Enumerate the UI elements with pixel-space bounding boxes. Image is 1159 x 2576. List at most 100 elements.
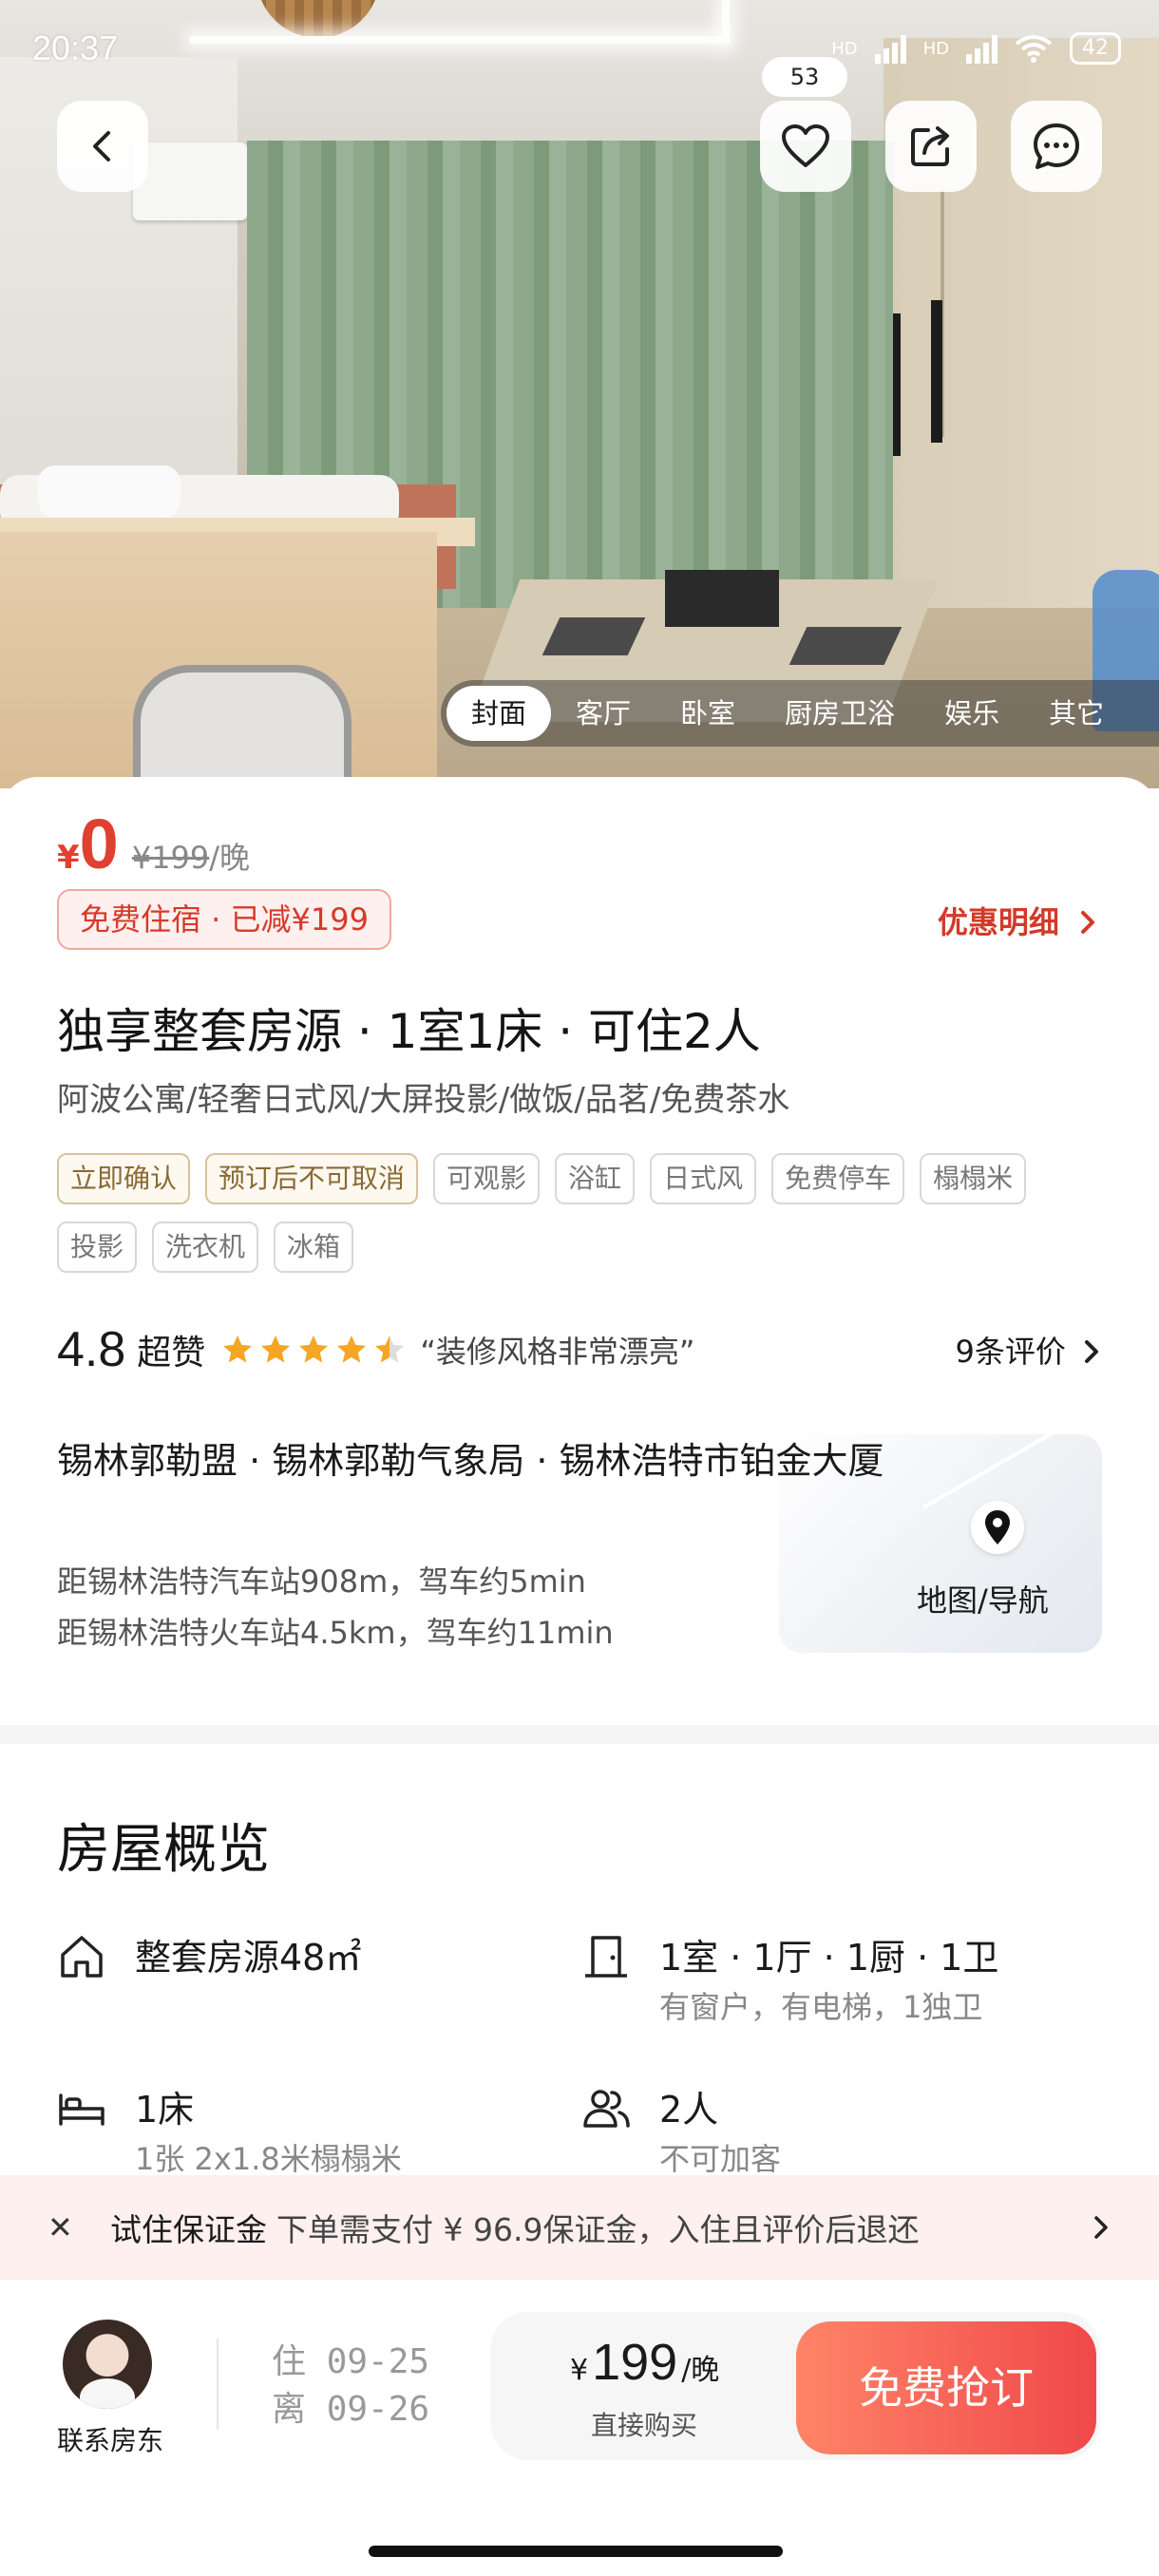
map-pin-icon[interactable] — [971, 1501, 1024, 1554]
rating-score: 4.8 — [57, 1322, 126, 1377]
overview-title: 房屋概览 — [57, 1819, 270, 1881]
checkin-date: 09-25 — [326, 2342, 430, 2381]
feature-tag: 榻榻米 — [920, 1153, 1027, 1204]
map-navigation-link[interactable]: 地图/导航 — [917, 1577, 1049, 1620]
rating-row[interactable]: 4.8 超赞 “装修风格非常漂亮” 9条评价 — [57, 1316, 1102, 1383]
tab-bedroom[interactable]: 卧室 — [656, 686, 760, 741]
chat-bubble-icon — [1034, 123, 1079, 169]
feature-tag: 投影 — [57, 1222, 138, 1273]
tab-cover[interactable]: 封面 — [446, 686, 552, 741]
original-price: ¥199 — [131, 840, 210, 876]
bed-icon — [59, 2093, 104, 2126]
back-button[interactable] — [57, 101, 148, 192]
chevron-right-icon — [1081, 911, 1094, 934]
price-unit: /晚 — [209, 840, 251, 876]
photo-cushion — [788, 627, 902, 665]
photo-category-tabs: 封面 客厅 卧室 厨房卫浴 娱乐 其它 — [441, 680, 1159, 747]
discount-details-label: 优惠明细 — [937, 904, 1059, 940]
rating-stars — [220, 1333, 407, 1367]
close-icon[interactable]: ✕ — [48, 2209, 89, 2245]
price-currency: ¥ — [57, 839, 80, 877]
overview-sub: 不可加客 — [659, 2141, 782, 2177]
buy-unit: /晚 — [681, 2354, 720, 2387]
tab-other[interactable]: 其它 — [1024, 686, 1129, 741]
message-button[interactable] — [1011, 101, 1102, 192]
free-book-button[interactable]: 免费抢订 — [796, 2321, 1096, 2454]
tab-kitchen-bath[interactable]: 厨房卫浴 — [760, 686, 920, 741]
direct-buy-price[interactable]: ¥ 199 /晚 — [570, 2333, 719, 2392]
feature-tag: 立即确认 — [57, 1153, 191, 1204]
people-icon — [583, 2090, 630, 2128]
photo-cushion — [542, 617, 646, 655]
network-label: HD — [922, 38, 949, 59]
house-icon — [61, 1936, 103, 1978]
rating-praise: 超赞 — [137, 1334, 206, 1373]
discount-details-link[interactable]: 优惠明细 — [938, 899, 1098, 942]
tab-living-room[interactable]: 客厅 — [551, 686, 656, 741]
star-icon — [223, 1335, 253, 1363]
feature-tag: 可观影 — [433, 1153, 541, 1204]
reviews-link[interactable]: 9条评价 — [955, 1328, 1102, 1372]
divider — [217, 2339, 218, 2430]
star-icon — [337, 1335, 367, 1363]
listing-card: ¥ 0 ¥199/晚 免费住宿 · 已减¥199 优惠明细 独享整套房源 · 1… — [0, 777, 1159, 1727]
checkin-row: 住 09-25 — [272, 2339, 429, 2386]
network-label: HD — [831, 38, 858, 59]
star-icon — [375, 1335, 405, 1363]
host-avatar[interactable] — [63, 2320, 152, 2409]
photo-chair — [133, 665, 352, 788]
hero-photo[interactable] — [0, 0, 1159, 788]
photo-tea-table — [665, 570, 779, 627]
buy-box: ¥ 199 /晚 直接购买 免费抢订 — [490, 2312, 1100, 2460]
price-row: ¥ 0 ¥199/晚 — [57, 809, 250, 880]
direct-buy-label[interactable]: 直接购买 — [591, 2405, 697, 2443]
overview-sub: 1张 2x1.8米榻榻米 — [135, 2141, 402, 2177]
distance-bus-station: 距锡林浩特汽车站908m，驾车约5min — [57, 1563, 586, 1600]
reviews-count: 9条评价 — [955, 1334, 1066, 1370]
feature-tag: 浴缸 — [555, 1153, 636, 1204]
overview-main: 2人 — [659, 2089, 719, 2131]
checkout-date: 09-26 — [326, 2390, 430, 2429]
wifi-icon — [1015, 35, 1053, 63]
review-quote: “装修风格非常漂亮” — [420, 1334, 695, 1370]
status-time: 20:37 — [32, 28, 119, 67]
deposit-text: 下单需支付 ¥ 96.9保证金，入住且评价后退还 — [276, 2211, 920, 2248]
share-button[interactable] — [885, 101, 977, 192]
overview-main: 1室 · 1厅 · 1厨 · 1卫 — [659, 1937, 999, 1979]
chevron-right-icon — [1094, 2216, 1108, 2239]
buy-currency: ¥ — [570, 2354, 589, 2387]
heart-icon — [782, 124, 829, 167]
feature-tag: 日式风 — [650, 1153, 757, 1204]
tab-entertainment[interactable]: 娱乐 — [920, 686, 1024, 741]
stay-dates[interactable]: 住 09-25 离 09-26 — [272, 2339, 429, 2434]
buy-price: 199 — [592, 2334, 678, 2391]
chevron-left-icon — [93, 131, 110, 161]
deposit-banner[interactable]: ✕ 试住保证金 下单需支付 ¥ 96.9保证金，入住且评价后退还 — [0, 2175, 1159, 2280]
overview-main: 整套房源48㎡ — [135, 1937, 362, 1979]
star-icon — [299, 1335, 329, 1363]
checkout-label: 离 — [272, 2390, 307, 2429]
photo-wardrobe-handle — [931, 300, 942, 443]
star-icon — [261, 1335, 291, 1363]
share-icon — [911, 126, 949, 166]
original-price-group: ¥199/晚 — [132, 834, 250, 878]
chevron-right-icon — [1085, 1340, 1098, 1363]
free-stay-tag: 免费住宿 · 已减¥199 — [57, 889, 391, 950]
home-indicator[interactable] — [369, 2546, 783, 2557]
address: 锡林郭勒盟 · 锡林郭勒气象局 · 锡林浩特市铂金大厦 — [57, 1440, 884, 1482]
feature-tag: 洗衣机 — [152, 1222, 259, 1273]
deposit-label: 试住保证金 — [110, 2211, 267, 2248]
overview-main: 1床 — [135, 2089, 195, 2131]
favorite-button[interactable] — [760, 101, 851, 192]
location-section: 锡林郭勒盟 · 锡林郭勒气象局 · 锡林浩特市铂金大厦 距锡林浩特汽车站908m… — [57, 1434, 1102, 1653]
overview-sub: 有窗户，有电梯，1独卫 — [659, 1989, 983, 2025]
favorite-count-badge: 53 — [762, 57, 847, 97]
listing-subtitle: 阿波公寓/轻奢日式风/大屏投影/做饭/品茗/免费茶水 — [57, 1081, 790, 1119]
signal-icon — [874, 33, 906, 64]
feature-tag: 预订后不可取消 — [205, 1153, 419, 1204]
contact-host-button[interactable]: 联系房东 — [57, 2420, 163, 2458]
photo-air-conditioner — [133, 142, 247, 220]
photo-pillow — [38, 465, 180, 518]
listing-title: 独享整套房源 · 1室1床 · 可住2人 — [57, 1004, 761, 1059]
section-divider — [0, 1725, 1159, 1744]
